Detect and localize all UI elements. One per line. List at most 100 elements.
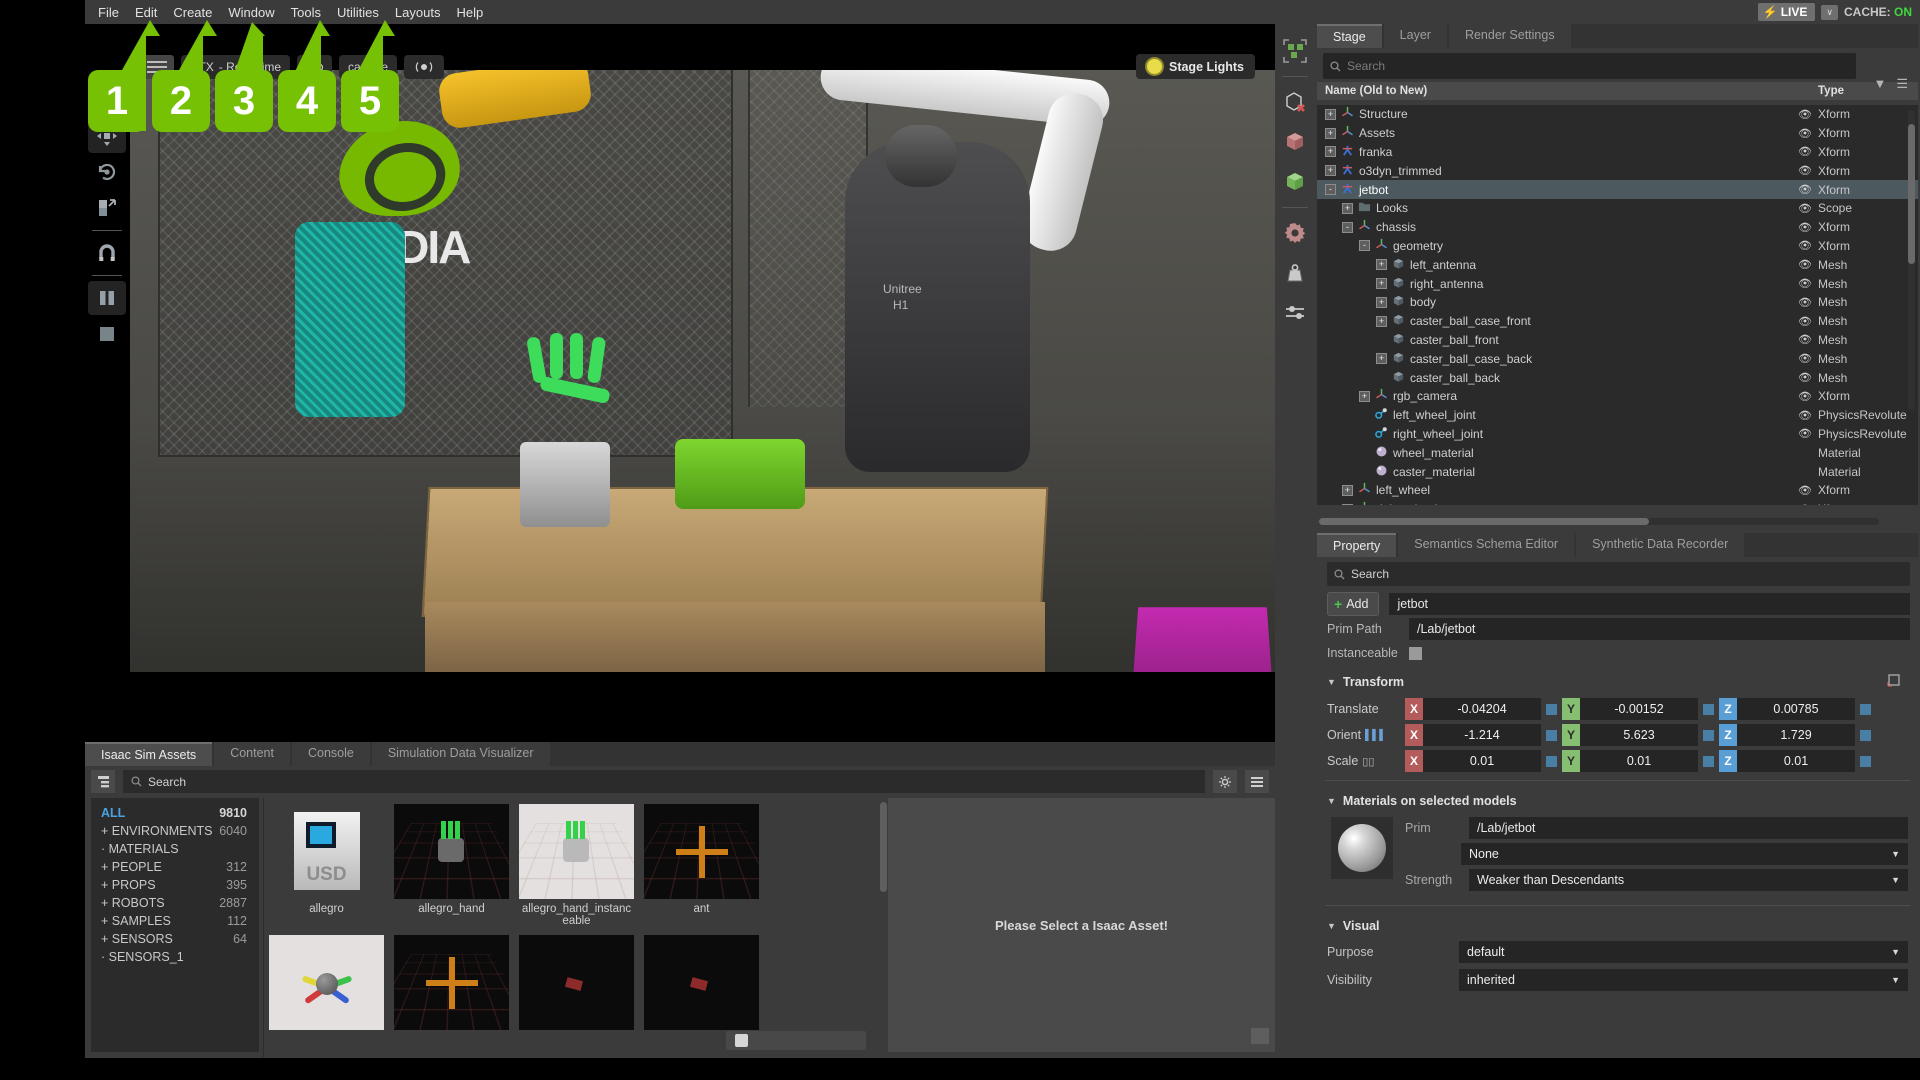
asset-item[interactable] [639, 929, 764, 1036]
snap-tool[interactable] [88, 236, 126, 270]
asset-item-ant[interactable]: ant [639, 798, 764, 929]
expand-toggle[interactable]: + [1376, 353, 1387, 365]
expand-toggle[interactable]: + [1342, 202, 1353, 214]
visibility-eye-icon[interactable]: 👁 [1792, 333, 1818, 346]
stage-tree-row-Assets[interactable]: + Assets 👁 Xform [1317, 124, 1918, 143]
stage-tree-row-body[interactable]: + body 👁 Mesh [1317, 293, 1918, 312]
asset-category-people[interactable]: + PEOPLE 312 [91, 858, 259, 876]
asset-category-sensors[interactable]: + SENSORS 64 [91, 930, 259, 948]
viewport-menu-button[interactable] [140, 55, 174, 79]
capture-button[interactable]: capture [339, 55, 398, 79]
visibility-eye-icon[interactable]: 👁 [1792, 296, 1818, 309]
tab-property[interactable]: Property [1317, 533, 1397, 557]
menu-tools[interactable]: Tools [283, 2, 329, 23]
expand-toggle[interactable]: - [1359, 240, 1370, 252]
orient-z-input[interactable]: 1.729 [1737, 724, 1855, 746]
asset-category-samples[interactable]: + SAMPLES 112 [91, 912, 259, 930]
assets-grid-scrollbar[interactable] [880, 802, 887, 892]
stage-tree-row-right_wheel_joint[interactable]: right_wheel_joint 👁 PhysicsRevolute [1317, 425, 1918, 444]
camera-eye-button[interactable] [297, 55, 333, 79]
strength-dropdown[interactable]: Weaker than Descendants ▼ [1469, 869, 1908, 891]
visibility-eye-icon[interactable]: 👁 [1792, 390, 1818, 403]
stage-tree-row-chassis[interactable]: - chassis 👁 Xform [1317, 218, 1918, 237]
visibility-eye-icon[interactable]: 👁 [1792, 409, 1818, 422]
transform-section-header[interactable]: ▼ Transform [1317, 665, 1918, 696]
stage-tree-row-right_antenna[interactable]: + right_antenna 👁 Mesh [1317, 274, 1918, 293]
tab-stage[interactable]: Stage [1317, 24, 1382, 48]
delete-cube-icon[interactable] [1278, 85, 1312, 119]
translate-x-input[interactable]: -0.04204 [1423, 698, 1541, 720]
red-cube-icon[interactable] [1278, 125, 1312, 159]
menu-create[interactable]: Create [165, 2, 220, 23]
asset-item[interactable] [389, 929, 514, 1036]
scale-x-input[interactable]: 0.01 [1423, 750, 1541, 772]
expand-toggle[interactable]: + [1376, 278, 1387, 290]
pause-button[interactable] [88, 281, 126, 315]
settings-sliders-icon[interactable] [1278, 296, 1312, 330]
stage-tree-row-franka[interactable]: + franka 👁 Xform [1317, 143, 1918, 162]
visibility-eye-icon[interactable]: 👁 [1792, 315, 1818, 328]
expand-toggle[interactable]: + [1376, 296, 1387, 308]
visibility-eye-icon[interactable]: 👁 [1792, 258, 1818, 271]
asset-category-props[interactable]: + PROPS 395 [91, 876, 259, 894]
visibility-eye-icon[interactable]: 👁 [1792, 202, 1818, 215]
property-search-input[interactable]: Search [1327, 562, 1910, 586]
orient-y-indicator[interactable] [1703, 729, 1714, 741]
expand-toggle[interactable]: + [1359, 390, 1370, 402]
translate-z-indicator[interactable] [1860, 703, 1871, 715]
scale-tool[interactable] [88, 191, 126, 225]
scale-z-indicator[interactable] [1860, 755, 1871, 767]
rotate-tool[interactable] [88, 155, 126, 189]
menu-layouts[interactable]: Layouts [387, 2, 449, 23]
orient-y-input[interactable]: 5.623 [1580, 724, 1698, 746]
select-all-icon[interactable] [1278, 34, 1312, 68]
stage-tree-row-Looks[interactable]: + Looks 👁 Scope [1317, 199, 1918, 218]
tab-render-settings[interactable]: Render Settings [1448, 24, 1571, 48]
instanceable-checkbox[interactable] [1409, 646, 1422, 660]
visibility-eye-icon[interactable]: 👁 [1792, 164, 1818, 177]
viewport-render[interactable]: nVIDIA [130, 47, 1275, 707]
stage-tree-row-caster_material[interactable]: caster_material Material [1317, 462, 1918, 481]
purpose-dropdown[interactable]: default ▼ [1459, 941, 1908, 963]
menu-edit[interactable]: Edit [127, 2, 165, 23]
asset-category-sensors_1[interactable]: · SENSORS_1 [91, 948, 259, 966]
expand-toggle[interactable]: + [1325, 146, 1336, 158]
expand-toggle[interactable]: + [1325, 127, 1336, 139]
menu-utilities[interactable]: Utilities [329, 2, 387, 23]
stage-lights-button[interactable]: Stage Lights [1135, 54, 1255, 79]
materials-section-header[interactable]: ▼ Materials on selected models [1317, 787, 1918, 813]
green-cube-icon[interactable] [1278, 165, 1312, 199]
asset-item[interactable] [514, 929, 639, 1036]
stage-tree-row-left_wheel_joint[interactable]: left_wheel_joint 👁 PhysicsRevolute [1317, 406, 1918, 425]
translate-x-indicator[interactable] [1546, 703, 1557, 715]
material-dropdown[interactable]: None ▼ [1461, 843, 1908, 865]
visibility-eye-icon[interactable]: 👁 [1792, 108, 1818, 121]
grid-view-button[interactable] [1251, 1028, 1269, 1044]
visual-section-header[interactable]: ▼ Visual [1317, 912, 1918, 938]
live-dropdown-caret[interactable]: ∨ [1821, 4, 1838, 20]
scale-y-indicator[interactable] [1703, 755, 1714, 767]
visibility-eye-icon[interactable]: 👁 [1792, 127, 1818, 140]
expand-toggle[interactable]: + [1376, 315, 1387, 327]
expand-toggle[interactable]: + [1376, 259, 1387, 271]
stage-horizontal-scrollbar[interactable] [1319, 518, 1879, 525]
stage-tree[interactable]: + Structure 👁 Xform + Assets 👁 Xform + franka 👁 Xfo… [1317, 105, 1918, 505]
orient-x-indicator[interactable] [1546, 729, 1557, 741]
stage-tree-row-caster_ball_case_front[interactable]: + caster_ball_case_front 👁 Mesh [1317, 312, 1918, 331]
assets-settings-gear[interactable] [1213, 770, 1237, 793]
asset-category-materials[interactable]: · MATERIALS [91, 840, 259, 858]
live-badge[interactable]: ⚡ LIVE [1757, 3, 1816, 21]
orient-z-indicator[interactable] [1860, 729, 1871, 741]
stage-tree-row-caster_ball_back[interactable]: caster_ball_back 👁 Mesh [1317, 368, 1918, 387]
tab-console[interactable]: Console [291, 742, 370, 766]
tab-isaac-sim-assets[interactable]: Isaac Sim Assets [85, 742, 213, 766]
stage-tree-row-jetbot[interactable]: - jetbot 👁 Xform [1317, 180, 1918, 199]
stage-tree-row-left_wheel[interactable]: + left_wheel 👁 Xform [1317, 481, 1918, 500]
expand-toggle[interactable]: + [1325, 108, 1336, 120]
translate-y-input[interactable]: -0.00152 [1580, 698, 1698, 720]
asset-item-allegro[interactable]: allegro [264, 798, 389, 929]
thumbnail-size-slider[interactable] [726, 1031, 866, 1050]
menu-window[interactable]: Window [220, 2, 282, 23]
assets-search-input[interactable]: Search [123, 770, 1205, 793]
asset-item-allegro_hand_instanceable[interactable]: allegro_hand_instanceable [514, 798, 639, 929]
